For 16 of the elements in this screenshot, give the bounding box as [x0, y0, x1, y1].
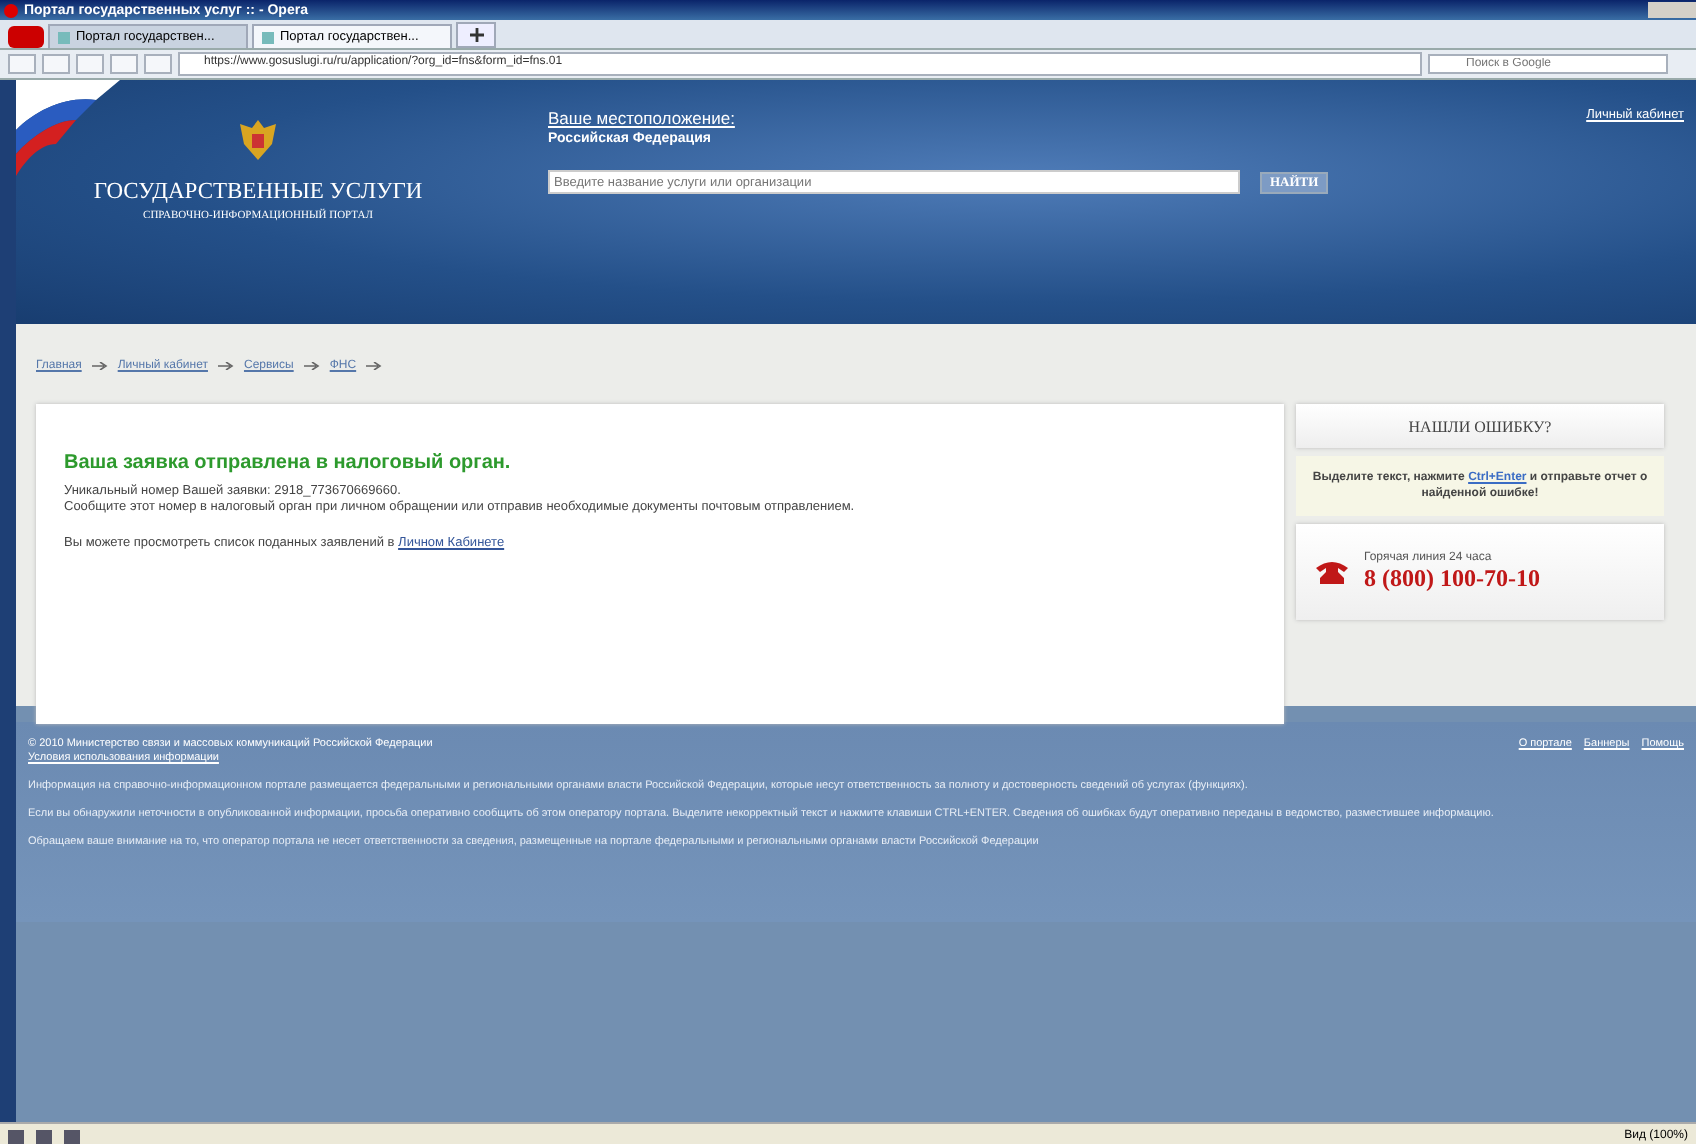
error-panel-title: НАШЛИ ОШИБКУ?	[1296, 404, 1664, 448]
telephone-icon	[1316, 560, 1348, 584]
flag-ribbon-icon	[16, 80, 120, 180]
arrow-icon	[217, 362, 234, 370]
logo-title: ГОСУДАРСТВЕННЫЕ УСЛУГИ	[93, 180, 423, 204]
coat-of-arms-icon	[236, 116, 280, 164]
new-tab-button[interactable]	[456, 22, 496, 48]
hotline-phone: 8 (800) 100-70-10	[1364, 563, 1540, 593]
success-heading: Ваша заявка отправлена в налоговый орган.	[64, 452, 513, 474]
plus-icon	[469, 28, 483, 42]
arrow-icon	[366, 362, 383, 370]
arrow-icon	[91, 362, 108, 370]
location-link[interactable]: Ваше местоположение:	[548, 108, 1348, 128]
arrow-icon	[303, 362, 320, 370]
opera-menu-button[interactable]	[8, 26, 44, 48]
opera-logo-icon	[4, 3, 18, 17]
